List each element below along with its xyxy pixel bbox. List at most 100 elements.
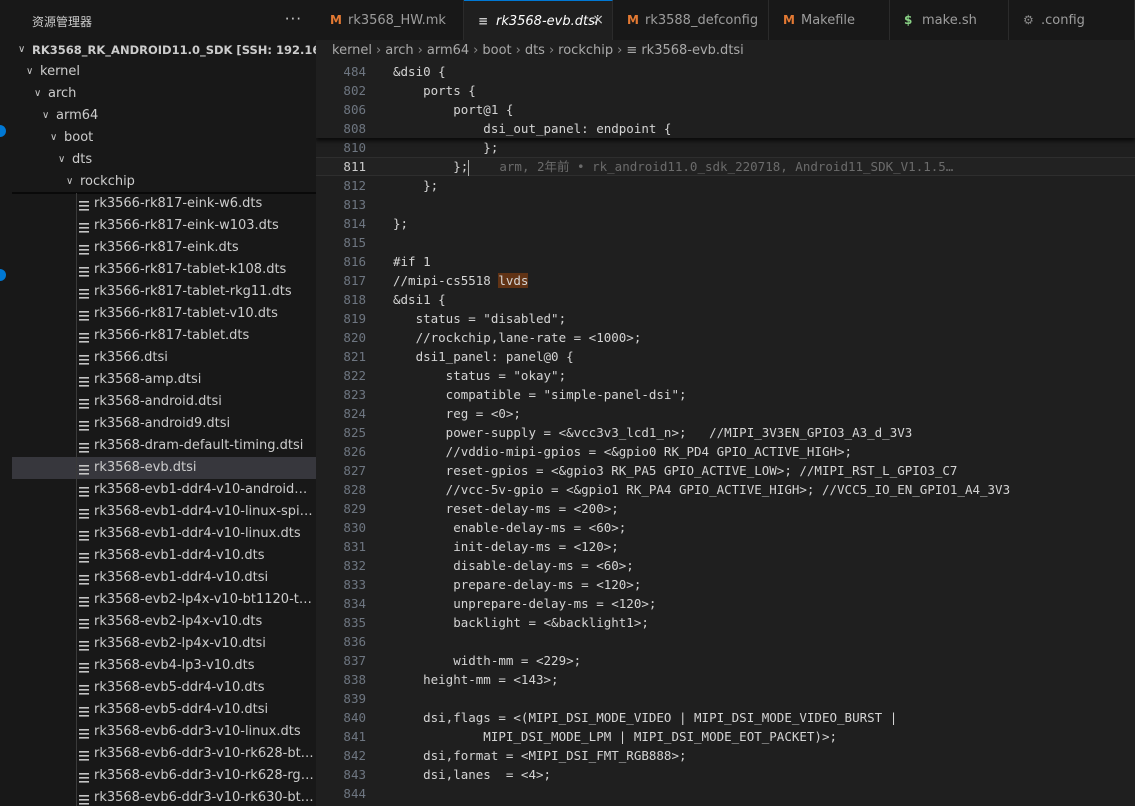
tree-file-item[interactable]: rk3568-android.dtsi bbox=[12, 391, 316, 413]
code-text: dsi1_panel: panel@0 { bbox=[393, 347, 574, 366]
code-content: width-mm = <229>; bbox=[393, 653, 582, 668]
tree-folder-item[interactable]: ∨ arm64 bbox=[12, 105, 316, 127]
tree-folder-item[interactable]: ∨ kernel bbox=[12, 61, 316, 83]
tree-file-item[interactable]: rk3568-evb6-ddr3-v10-rk628-bt1120... bbox=[12, 743, 316, 765]
tree-root-folder[interactable]: ∨ RK3568_RK_ANDROID11.0_SDK [SSH: 192.168… bbox=[12, 39, 316, 61]
tree-file-item[interactable]: rk3566-rk817-tablet-rkg11.dts bbox=[12, 281, 316, 303]
devicetree-file-icon bbox=[79, 220, 89, 233]
code-text: &dsi0 { bbox=[393, 62, 446, 81]
code-text: backlight = <&backlight1>; bbox=[393, 613, 649, 632]
tree-item-label: rk3568-evb1-ddr4-v10.dtsi bbox=[94, 570, 269, 585]
tree-file-item[interactable]: rk3568-evb4-lp3-v10.dts bbox=[12, 655, 316, 677]
code-text: init-delay-ms = <120>; bbox=[393, 537, 619, 556]
breadcrumb-item[interactable]: ≡ rk3568-evb.dtsi bbox=[626, 43, 743, 58]
tree-file-item[interactable]: rk3568-amp.dtsi bbox=[12, 369, 316, 391]
tab-rk3588-defconfig[interactable]: Mrk3588_defconfig bbox=[613, 0, 769, 40]
line-number: 816 bbox=[343, 254, 366, 269]
tree-file-item[interactable]: rk3568-evb1-ddr4-v10-linux.dts bbox=[12, 523, 316, 545]
line-number: 818 bbox=[343, 292, 366, 307]
gear-icon: ⚙ bbox=[1023, 13, 1034, 27]
tree-file-item[interactable]: rk3568-dram-default-timing.dtsi bbox=[12, 435, 316, 457]
tree-file-item[interactable]: rk3566-rk817-eink.dts bbox=[12, 237, 316, 259]
code-content: //vcc-5v-gpio = <&gpio1 RK_PA4 GPIO_ACTI… bbox=[393, 482, 1011, 497]
tree-folder-item[interactable]: ∨ arch bbox=[12, 83, 316, 105]
tree-item-label: rk3568-evb1-ddr4-v10-android9.dts bbox=[94, 482, 314, 497]
tree-file-item[interactable]: rk3568-android9.dtsi bbox=[12, 413, 316, 435]
code-content: dsi_out_panel: endpoint { bbox=[393, 121, 672, 136]
tree-file-item[interactable]: rk3568-evb6-ddr3-v10-rk628-rgb2h... bbox=[12, 765, 316, 787]
code-content: init-delay-ms = <120>; bbox=[393, 539, 619, 554]
code-text: height-mm = <143>; bbox=[393, 670, 558, 689]
tree-folder-item[interactable]: ∨ boot bbox=[12, 127, 316, 149]
tree-file-item[interactable]: rk3568-evb.dtsi bbox=[12, 457, 316, 479]
tree-file-item[interactable]: rk3566-rk817-eink-w6.dts bbox=[12, 193, 316, 215]
tree-file-item[interactable]: rk3568-evb5-ddr4-v10.dtsi bbox=[12, 699, 316, 721]
chevron-down-icon: ∨ bbox=[18, 44, 26, 55]
tree-file-item[interactable]: rk3566-rk817-tablet-k108.dts bbox=[12, 259, 316, 281]
tab-make-sh[interactable]: $ make.sh bbox=[890, 0, 1009, 40]
code-content: status = "disabled"; bbox=[393, 311, 567, 326]
breadcrumb-item[interactable]: dts bbox=[525, 43, 545, 58]
breadcrumb-item[interactable]: rockchip bbox=[558, 43, 613, 58]
sticky-tree-shadow bbox=[12, 192, 316, 194]
line-number: 831 bbox=[343, 539, 366, 554]
tree-file-item[interactable]: rk3568-evb6-ddr3-v10-linux.dts bbox=[12, 721, 316, 743]
tree-file-item[interactable]: rk3566-rk817-tablet-v10.dts bbox=[12, 303, 316, 325]
breadcrumb-item[interactable]: arm64 bbox=[427, 43, 469, 58]
tree-item-label: rk3568-dram-default-timing.dtsi bbox=[94, 438, 304, 453]
code-content: }; bbox=[393, 140, 499, 155]
activity-badge[interactable] bbox=[0, 269, 6, 281]
line-number: 811 bbox=[343, 159, 366, 174]
tab-rk3568-hw-mk[interactable]: Mrk3568_HW.mk bbox=[316, 0, 464, 40]
tree-file-item[interactable]: rk3568-evb2-lp4x-v10.dts bbox=[12, 611, 316, 633]
code-text: unprepare-delay-ms = <120>; bbox=[393, 594, 656, 613]
tree-file-item[interactable]: rk3568-evb2-lp4x-v10.dtsi bbox=[12, 633, 316, 655]
tab--config[interactable]: ⚙ .config bbox=[1009, 0, 1135, 40]
tree-file-item[interactable]: rk3568-evb2-lp4x-v10-bt1120-to-hd... bbox=[12, 589, 316, 611]
devicetree-file-icon bbox=[79, 506, 89, 519]
sticky-scroll-header[interactable]: 484 &dsi0 {802 ports {806 port@1 {808 dsi… bbox=[316, 62, 1135, 138]
code-line: 840 dsi,flags = <(MIPI_DSI_MODE_VIDEO | … bbox=[316, 708, 1135, 727]
breadcrumb-item[interactable]: arch bbox=[385, 43, 413, 58]
devicetree-file-icon bbox=[79, 792, 89, 805]
devicetree-file-icon bbox=[79, 660, 89, 673]
devicetree-file-icon bbox=[79, 638, 89, 651]
line-number: 813 bbox=[343, 197, 366, 212]
tree-file-item[interactable]: rk3568-evb6-ddr3-v10-rk630-bt656-... bbox=[12, 787, 316, 806]
activity-bar bbox=[0, 0, 12, 806]
tree-file-item[interactable]: rk3566-rk817-tablet.dts bbox=[12, 325, 316, 347]
tree-item-label: dts bbox=[72, 152, 93, 167]
code-content: dsi,format = <MIPI_DSI_FMT_RGB888>; bbox=[393, 748, 687, 763]
activity-badge[interactable] bbox=[0, 125, 6, 137]
tree-file-item[interactable]: rk3566-rk817-eink-w103.dts bbox=[12, 215, 316, 237]
code-text: //vddio-mipi-gpios = <&gpio0 RK_PD4 GPIO… bbox=[393, 442, 852, 461]
tab-makefile[interactable]: M Makefile bbox=[769, 0, 890, 40]
tree-file-item[interactable]: rk3568-evb1-ddr4-v10.dtsi bbox=[12, 567, 316, 589]
tree-file-item[interactable]: rk3568-evb1-ddr4-v10-linux-spi-nor.... bbox=[12, 501, 316, 523]
tree-file-item[interactable]: rk3568-evb5-ddr4-v10.dts bbox=[12, 677, 316, 699]
breadcrumb-item[interactable]: kernel bbox=[332, 43, 372, 58]
code-text: }; bbox=[393, 214, 408, 233]
line-number: 825 bbox=[343, 425, 366, 440]
devicetree-file-icon bbox=[79, 198, 89, 211]
more-actions-icon[interactable]: ··· bbox=[285, 10, 302, 28]
line-number: 814 bbox=[343, 216, 366, 231]
tree-item-label: rk3568-android.dtsi bbox=[94, 394, 222, 409]
tree-folder-item[interactable]: ∨ dts bbox=[12, 149, 316, 171]
tab-label: rk3568_HW.mk bbox=[348, 13, 446, 28]
tree-file-item[interactable]: rk3568-evb1-ddr4-v10-android9.dts bbox=[12, 479, 316, 501]
code-text: enable-delay-ms = <60>; bbox=[393, 518, 626, 537]
tree-file-item[interactable]: rk3568-evb1-ddr4-v10.dts bbox=[12, 545, 316, 567]
tree-folder-item[interactable]: ∨ rockchip bbox=[12, 171, 316, 193]
breadcrumb-item[interactable]: boot bbox=[482, 43, 511, 58]
indent-guide bbox=[76, 193, 77, 806]
code-line: 834 unprepare-delay-ms = <120>; bbox=[316, 594, 1135, 613]
close-icon[interactable]: × bbox=[592, 12, 604, 28]
tree-file-item[interactable]: rk3566.dtsi bbox=[12, 347, 316, 369]
code-view[interactable]: 809 remote-endpoint = <&panel_in_dsi>;81… bbox=[316, 62, 1135, 806]
tree-item-label: rk3566-rk817-eink-w6.dts bbox=[94, 196, 263, 211]
line-number: 841 bbox=[343, 729, 366, 744]
tree-item-label: rk3566-rk817-eink.dts bbox=[94, 240, 239, 255]
tab-rk3568-evb-dtsi[interactable]: ≡ rk3568-evb.dtsi × bbox=[464, 0, 613, 40]
code-text: port@1 { bbox=[393, 100, 513, 119]
